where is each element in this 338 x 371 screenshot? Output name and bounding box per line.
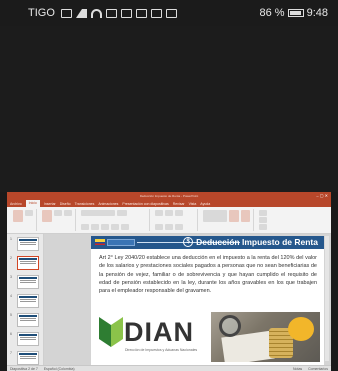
- clock: 9:48: [306, 7, 328, 19]
- font-color-icon[interactable]: [121, 224, 129, 230]
- slide-title[interactable]: $ Deducción Impuesto de Renta: [183, 237, 318, 247]
- hd-icon: [60, 8, 72, 18]
- thumbnail-number: 3: [10, 275, 12, 279]
- ppt-title-bar: Deducción Impuesto de Renta - PowerPoint…: [7, 192, 331, 200]
- layout-icon[interactable]: [54, 210, 62, 216]
- tab-slideshow[interactable]: Presentación con diapositivas: [122, 202, 168, 206]
- bullets-icon[interactable]: [155, 210, 163, 216]
- slide-thumbnail[interactable]: 6: [10, 332, 40, 346]
- align-left-icon[interactable]: [155, 224, 163, 230]
- slide-thumbnail-selected[interactable]: 2: [10, 256, 40, 270]
- magnifier-image: [219, 315, 241, 337]
- ribbon-toolbar: [7, 207, 331, 234]
- thumbnail-number: 4: [10, 294, 12, 298]
- money-icon: $: [183, 237, 194, 247]
- vertical-scrollbar[interactable]: [325, 236, 329, 361]
- battery-percent: 86 %: [259, 7, 285, 19]
- header-badge: [107, 239, 135, 246]
- indent-icon[interactable]: [175, 210, 183, 216]
- slide-thumbnail[interactable]: 4: [10, 294, 40, 308]
- cut-icon[interactable]: [25, 210, 33, 216]
- whatsapp-icon: [135, 8, 147, 18]
- battery-icon: [287, 9, 304, 17]
- ribbon-group-paragraph: [152, 209, 198, 231]
- replace-icon[interactable]: [259, 217, 267, 223]
- tab-review[interactable]: Revisar: [173, 202, 185, 206]
- slide-counter: Diapositiva 2 de 7: [10, 366, 38, 371]
- slide-thumbnail[interactable]: 5: [10, 313, 40, 327]
- slide-thumbnails-panel: 1 2 3 4 5 6 7: [7, 234, 44, 365]
- thumbnail-number: 1: [10, 237, 12, 241]
- wifi-icon: [90, 8, 102, 18]
- font-name-select[interactable]: [81, 210, 115, 216]
- notes-button[interactable]: Notas: [293, 367, 302, 371]
- powerpoint-window: Deducción Impuesto de Renta - PowerPoint…: [7, 192, 331, 371]
- dian-logo-text: DIAN: [124, 317, 194, 347]
- tab-insert[interactable]: Insertar: [44, 202, 56, 206]
- tab-home[interactable]: Inicio: [25, 200, 40, 207]
- thumbnail-number: 5: [10, 313, 12, 317]
- gallery-icon: [165, 8, 177, 18]
- find-icon[interactable]: [259, 210, 267, 216]
- tab-help[interactable]: Ayuda: [200, 202, 210, 206]
- thumbnail-number: 6: [10, 332, 12, 336]
- ribbon-tabs: Archivo Inicio Insertar Diseño Transicio…: [7, 200, 331, 207]
- justify-icon[interactable]: [175, 224, 183, 230]
- ribbon-group-font: [78, 209, 150, 231]
- align-center-icon[interactable]: [165, 224, 173, 230]
- piggy-bank-image: [288, 317, 314, 341]
- ribbon-group-slides: [39, 209, 76, 231]
- shadow-icon[interactable]: [111, 224, 119, 230]
- phone-icon: [105, 8, 117, 18]
- slide-thumbnail[interactable]: 1: [10, 237, 40, 251]
- finance-photo[interactable]: [211, 312, 320, 362]
- ribbon-group-clipboard: [10, 209, 37, 231]
- tab-transitions[interactable]: Transiciones: [75, 202, 95, 206]
- colombia-flag-icon: [95, 239, 105, 245]
- numbering-icon[interactable]: [165, 210, 173, 216]
- window-title: Deducción Impuesto de Renta - PowerPoint: [139, 194, 199, 198]
- tab-file[interactable]: Archivo: [10, 202, 22, 206]
- ribbon-group-drawing: [200, 209, 254, 231]
- alarm-icon: [120, 8, 132, 18]
- arrange-icon[interactable]: [229, 210, 239, 222]
- italic-icon[interactable]: [91, 224, 99, 230]
- phone-status-bar: TIGO 86 % 9:48: [0, 0, 338, 26]
- dian-logo: DIAN Dirección de Impuestos y Aduanas Na…: [97, 313, 207, 357]
- signal-icon: [75, 8, 87, 18]
- tab-view[interactable]: Vista: [189, 202, 197, 206]
- new-slide-icon[interactable]: [42, 210, 52, 222]
- shapes-gallery[interactable]: [203, 210, 228, 222]
- thumbnail-number: 7: [10, 351, 12, 355]
- window-controls[interactable]: – ▢ ✕: [316, 193, 328, 198]
- workspace: 1 2 3 4 5 6 7 $ Deducción Impuesto de Re…: [7, 234, 331, 365]
- ribbon-group-editing: [256, 209, 270, 231]
- slide-thumbnail[interactable]: 7: [10, 351, 40, 365]
- thumbnail-number: 2: [10, 256, 12, 260]
- underline-icon[interactable]: [101, 224, 109, 230]
- slide-canvas: $ Deducción Impuesto de Renta Art 2° Ley…: [44, 234, 331, 365]
- ppt-status-bar: Diapositiva 2 de 7 Español (Colombia) No…: [7, 365, 331, 371]
- video-black-area: [0, 26, 338, 192]
- quick-styles-icon[interactable]: [240, 210, 250, 222]
- language-indicator[interactable]: Español (Colombia): [44, 367, 75, 371]
- slide-title-text: Deducción Impuesto de Renta: [196, 237, 318, 247]
- dian-logo-mark-icon: [99, 317, 123, 347]
- carrier-label: TIGO: [28, 7, 55, 19]
- dian-logo-subtitle: Dirección de Impuestos y Aduanas Naciona…: [125, 348, 198, 352]
- tab-animations[interactable]: Animaciones: [98, 202, 118, 206]
- select-icon[interactable]: [259, 224, 267, 230]
- font-size-select[interactable]: [117, 210, 127, 216]
- slide[interactable]: $ Deducción Impuesto de Renta Art 2° Ley…: [91, 236, 324, 365]
- reset-icon[interactable]: [64, 210, 72, 216]
- mail-icon: [150, 8, 162, 18]
- paste-icon[interactable]: [13, 210, 23, 222]
- slide-thumbnail[interactable]: 3: [10, 275, 40, 289]
- tab-design[interactable]: Diseño: [60, 202, 71, 206]
- slide-header-bar: $ Deducción Impuesto de Renta: [91, 236, 324, 249]
- slide-body-text[interactable]: Art 2° Ley 2040/20 establece una deducci…: [99, 254, 317, 295]
- comments-button[interactable]: Comentarios: [308, 367, 328, 371]
- bold-icon[interactable]: [81, 224, 89, 230]
